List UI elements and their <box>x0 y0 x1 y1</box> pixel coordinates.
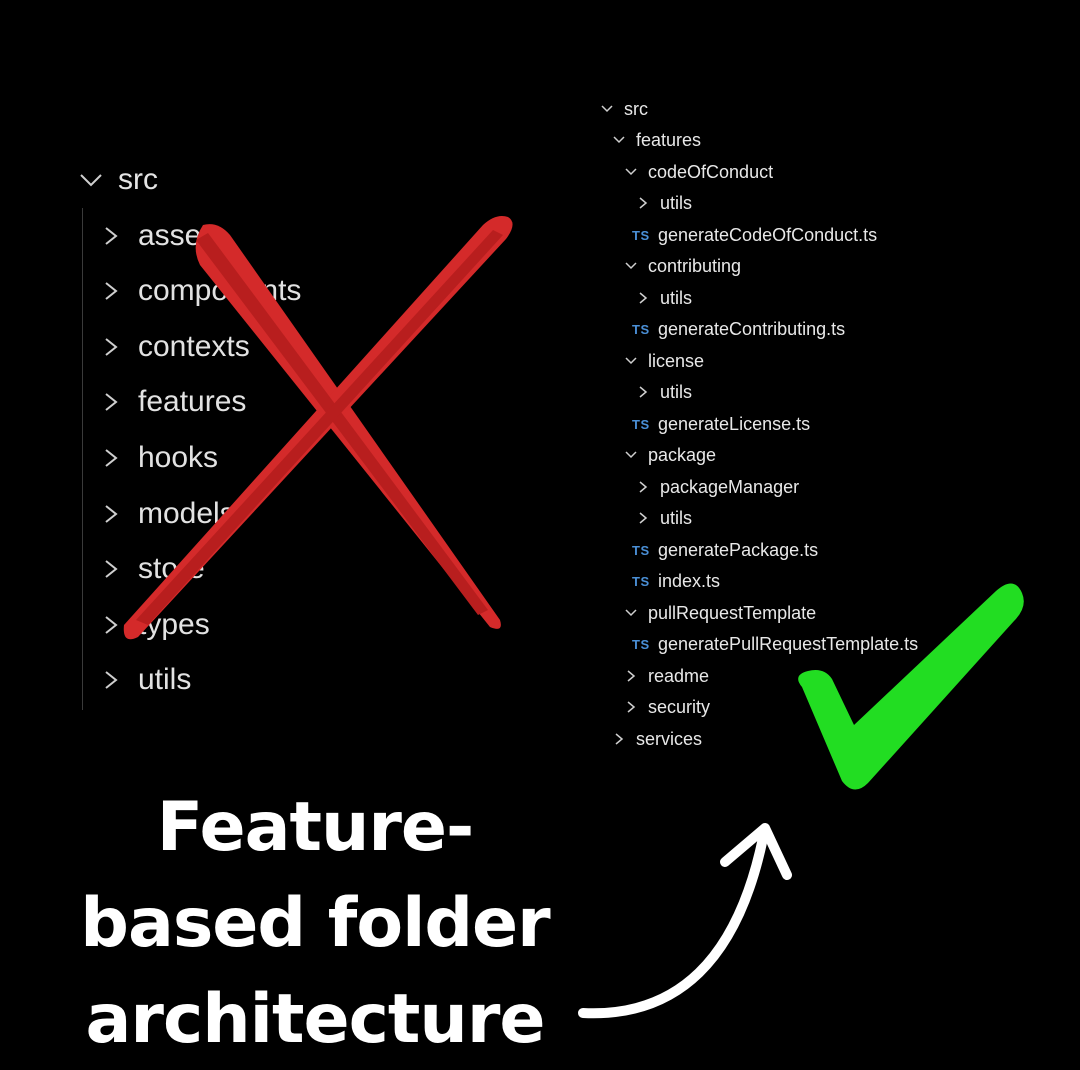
chevron-down-icon <box>624 164 638 180</box>
left-tree-root[interactable]: src <box>78 158 158 202</box>
right-tree-folder-closed[interactable]: packageManager <box>636 472 799 502</box>
indent-guide <box>82 208 83 710</box>
right-tree-folder-open[interactable]: pullRequestTemplate <box>624 598 816 628</box>
chevron-down-icon <box>612 132 626 148</box>
right-tree-label: utils <box>660 381 693 402</box>
right-tree-folder-open[interactable]: features <box>612 125 701 155</box>
right-tree-ts-file[interactable]: TS generateLicense.ts <box>632 409 810 439</box>
right-tree-label: packageManager <box>660 476 800 497</box>
right-tree-ts-file[interactable]: TS generateContributing.ts <box>632 314 845 344</box>
right-tree-label: generateContributing.ts <box>658 318 846 339</box>
right-tree-folder-closed[interactable]: utils <box>636 283 692 313</box>
chevron-down-icon <box>624 605 638 621</box>
typescript-file-icon: TS <box>632 636 650 652</box>
typescript-file-icon: TS <box>632 416 650 432</box>
right-tree-folder-closed[interactable]: utils <box>636 188 692 218</box>
chevron-right-icon <box>624 699 638 715</box>
chevron-down-icon <box>78 167 104 193</box>
curved-arrow-icon <box>578 823 792 1019</box>
red-x-icon <box>123 216 513 640</box>
right-tree-label: utils <box>660 192 693 213</box>
chevron-right-icon <box>636 479 650 495</box>
right-tree-folder-closed[interactable]: utils <box>636 377 692 407</box>
right-tree-label: readme <box>648 665 710 686</box>
right-tree-label: index.ts <box>658 570 721 591</box>
chevron-right-icon <box>624 668 638 684</box>
right-tree-label: security <box>648 696 711 717</box>
right-tree-label: package <box>648 444 717 465</box>
right-tree-label: license <box>648 350 705 371</box>
left-tree-item-label: utils <box>138 663 192 696</box>
right-tree-label: codeOfConduct <box>648 161 774 182</box>
chevron-down-icon <box>600 101 614 117</box>
right-tree-label: generatePackage.ts <box>658 539 819 560</box>
right-tree-folder-open[interactable]: contributing <box>624 251 741 281</box>
right-tree-ts-file[interactable]: TS index.ts <box>632 566 720 596</box>
typescript-file-icon: TS <box>632 227 650 243</box>
chevron-down-icon <box>624 353 638 369</box>
caption: Feature- based folder architecture <box>60 780 570 1068</box>
typescript-file-icon: TS <box>632 573 650 589</box>
right-tree-folder-closed[interactable]: security <box>624 692 710 722</box>
typescript-file-icon: TS <box>632 321 650 337</box>
right-tree-label: contributing <box>648 255 742 276</box>
chevron-right-icon <box>636 510 650 526</box>
right-tree-folder-open[interactable]: src <box>600 94 648 124</box>
right-tree-label: generateLicense.ts <box>658 413 811 434</box>
right-tree-folder-open[interactable]: package <box>624 440 716 470</box>
right-tree-label: utils <box>660 287 693 308</box>
chevron-down-icon <box>624 447 638 463</box>
right-tree-folder-closed[interactable]: readme <box>624 661 709 691</box>
caption-line-3: architecture <box>85 980 546 1059</box>
chevron-down-icon <box>624 258 638 274</box>
right-tree-label: generateCodeOfConduct.ts <box>658 224 878 245</box>
right-tree-folder-closed[interactable]: utils <box>636 503 692 533</box>
right-tree-ts-file[interactable]: TS generateCodeOfConduct.ts <box>632 220 877 250</box>
left-tree-item[interactable]: utils <box>102 660 191 700</box>
chevron-right-icon <box>102 667 120 693</box>
caption-line-1: Feature- <box>156 788 475 867</box>
right-tree-label: src <box>624 98 648 119</box>
caption-line-2: based folder <box>80 884 550 963</box>
right-tree-ts-file[interactable]: TS generatePackage.ts <box>632 535 818 565</box>
chevron-right-icon <box>636 195 650 211</box>
chevron-right-icon <box>612 731 626 747</box>
right-tree-label: features <box>636 129 702 150</box>
right-tree-folder-closed[interactable]: services <box>612 724 702 754</box>
right-tree-label: services <box>636 728 703 749</box>
green-checkmark-icon <box>798 583 1024 790</box>
left-tree-root-label: src <box>118 163 158 196</box>
right-tree-folder-open[interactable]: license <box>624 346 704 376</box>
right-tree-label: utils <box>660 507 693 528</box>
typescript-file-icon: TS <box>632 542 650 558</box>
chevron-right-icon <box>636 384 650 400</box>
right-tree-folder-open[interactable]: codeOfConduct <box>624 157 773 187</box>
chevron-right-icon <box>636 290 650 306</box>
